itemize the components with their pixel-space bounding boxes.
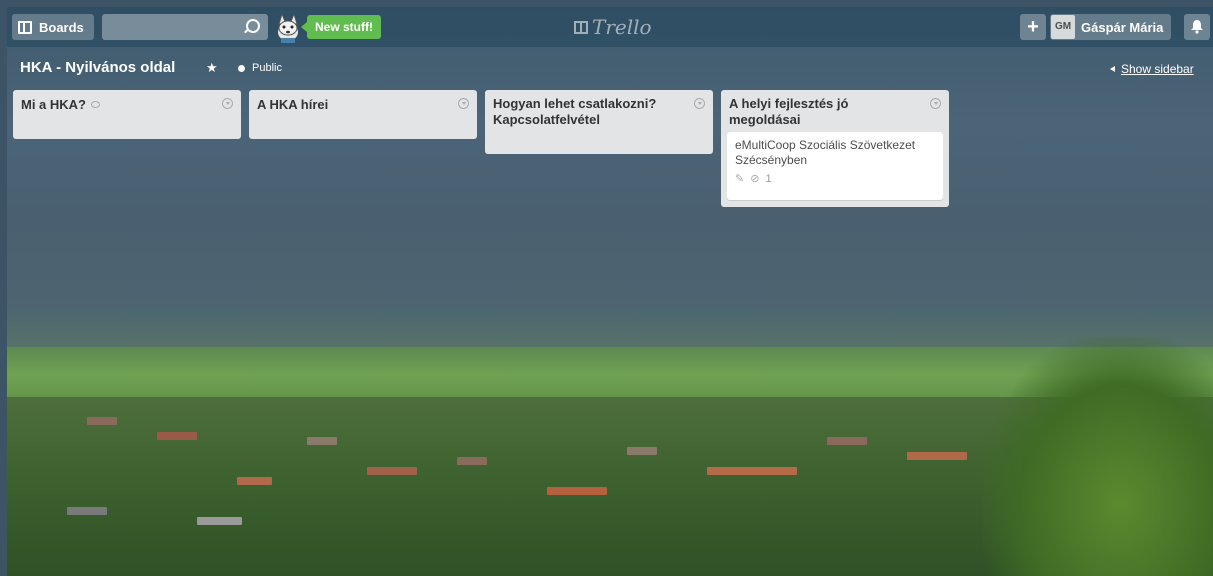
list-hogyan-lehet-csatlakozni[interactable]: Hogyan lehet csatlakozni? Kapcsolatfelvé… <box>485 90 713 154</box>
visibility-label: Public <box>252 62 282 74</box>
board-title[interactable]: HKA - Nyilvános oldal <box>20 59 175 76</box>
search-input[interactable] <box>102 14 254 40</box>
logo-text: Trello <box>592 15 652 39</box>
list-menu-icon[interactable] <box>222 98 233 109</box>
taco-mascot-icon[interactable] <box>273 12 303 44</box>
attachment-count: 1 <box>765 172 772 185</box>
boards-icon <box>18 20 32 34</box>
avatar: GM <box>1051 15 1075 39</box>
caret-left-icon <box>1110 66 1115 72</box>
list-title[interactable]: A HKA hírei <box>257 97 328 112</box>
trello-logo-icon <box>574 20 588 34</box>
star-icon[interactable]: ★ <box>206 60 218 76</box>
public-dot-icon <box>238 64 245 72</box>
list-a-helyi-fejlesztes[interactable]: A helyi fejlesztés jó megoldásai eMultiC… <box>721 90 949 207</box>
bell-icon[interactable] <box>1184 14 1210 40</box>
list-mi-a-hka[interactable]: Mi a HKA? <box>13 90 241 139</box>
search-box[interactable] <box>102 14 268 40</box>
list-menu-icon[interactable] <box>694 98 705 109</box>
trello-logo[interactable]: Trello <box>574 15 652 39</box>
card-badges: ✎ ⊘ 1 <box>735 172 935 186</box>
new-stuff-button[interactable]: New stuff! <box>301 15 381 39</box>
list-a-hka-hirei[interactable]: A HKA hírei <box>249 90 477 139</box>
show-sidebar-link[interactable]: Show sidebar <box>1110 62 1194 76</box>
background-sky <box>7 7 1213 337</box>
list-title[interactable]: Hogyan lehet csatlakozni? Kapcsolatfelvé… <box>493 96 683 128</box>
visibility-toggle[interactable]: Public <box>238 62 282 74</box>
member-menu[interactable]: GM Gáspár Mária <box>1050 14 1172 40</box>
pencil-icon[interactable]: ✎ <box>735 172 744 185</box>
background-trees <box>983 337 1213 576</box>
subscribed-icon <box>91 101 100 109</box>
attachment-icon: ⊘ <box>750 173 760 185</box>
top-header: Boards New stuff! Trello + GM Gáspár Már… <box>7 7 1213 47</box>
list-title[interactable]: Mi a HKA? <box>21 97 86 112</box>
list-menu-icon[interactable] <box>458 98 469 109</box>
card-title: eMultiCoop Szociális Szövetkezet Szécsén… <box>735 138 916 167</box>
boards-label: Boards <box>39 19 84 35</box>
search-icon[interactable] <box>246 19 260 33</box>
boards-button[interactable]: Boards <box>12 14 94 40</box>
list-menu-icon[interactable] <box>930 98 941 109</box>
show-sidebar-label: Show sidebar <box>1121 62 1194 76</box>
add-button[interactable]: + <box>1020 14 1046 40</box>
card-emulticoop[interactable]: eMultiCoop Szociális Szövetkezet Szécsén… <box>727 132 943 200</box>
member-name: Gáspár Mária <box>1081 19 1164 35</box>
list-title[interactable]: A helyi fejlesztés jó megoldásai <box>729 96 909 128</box>
